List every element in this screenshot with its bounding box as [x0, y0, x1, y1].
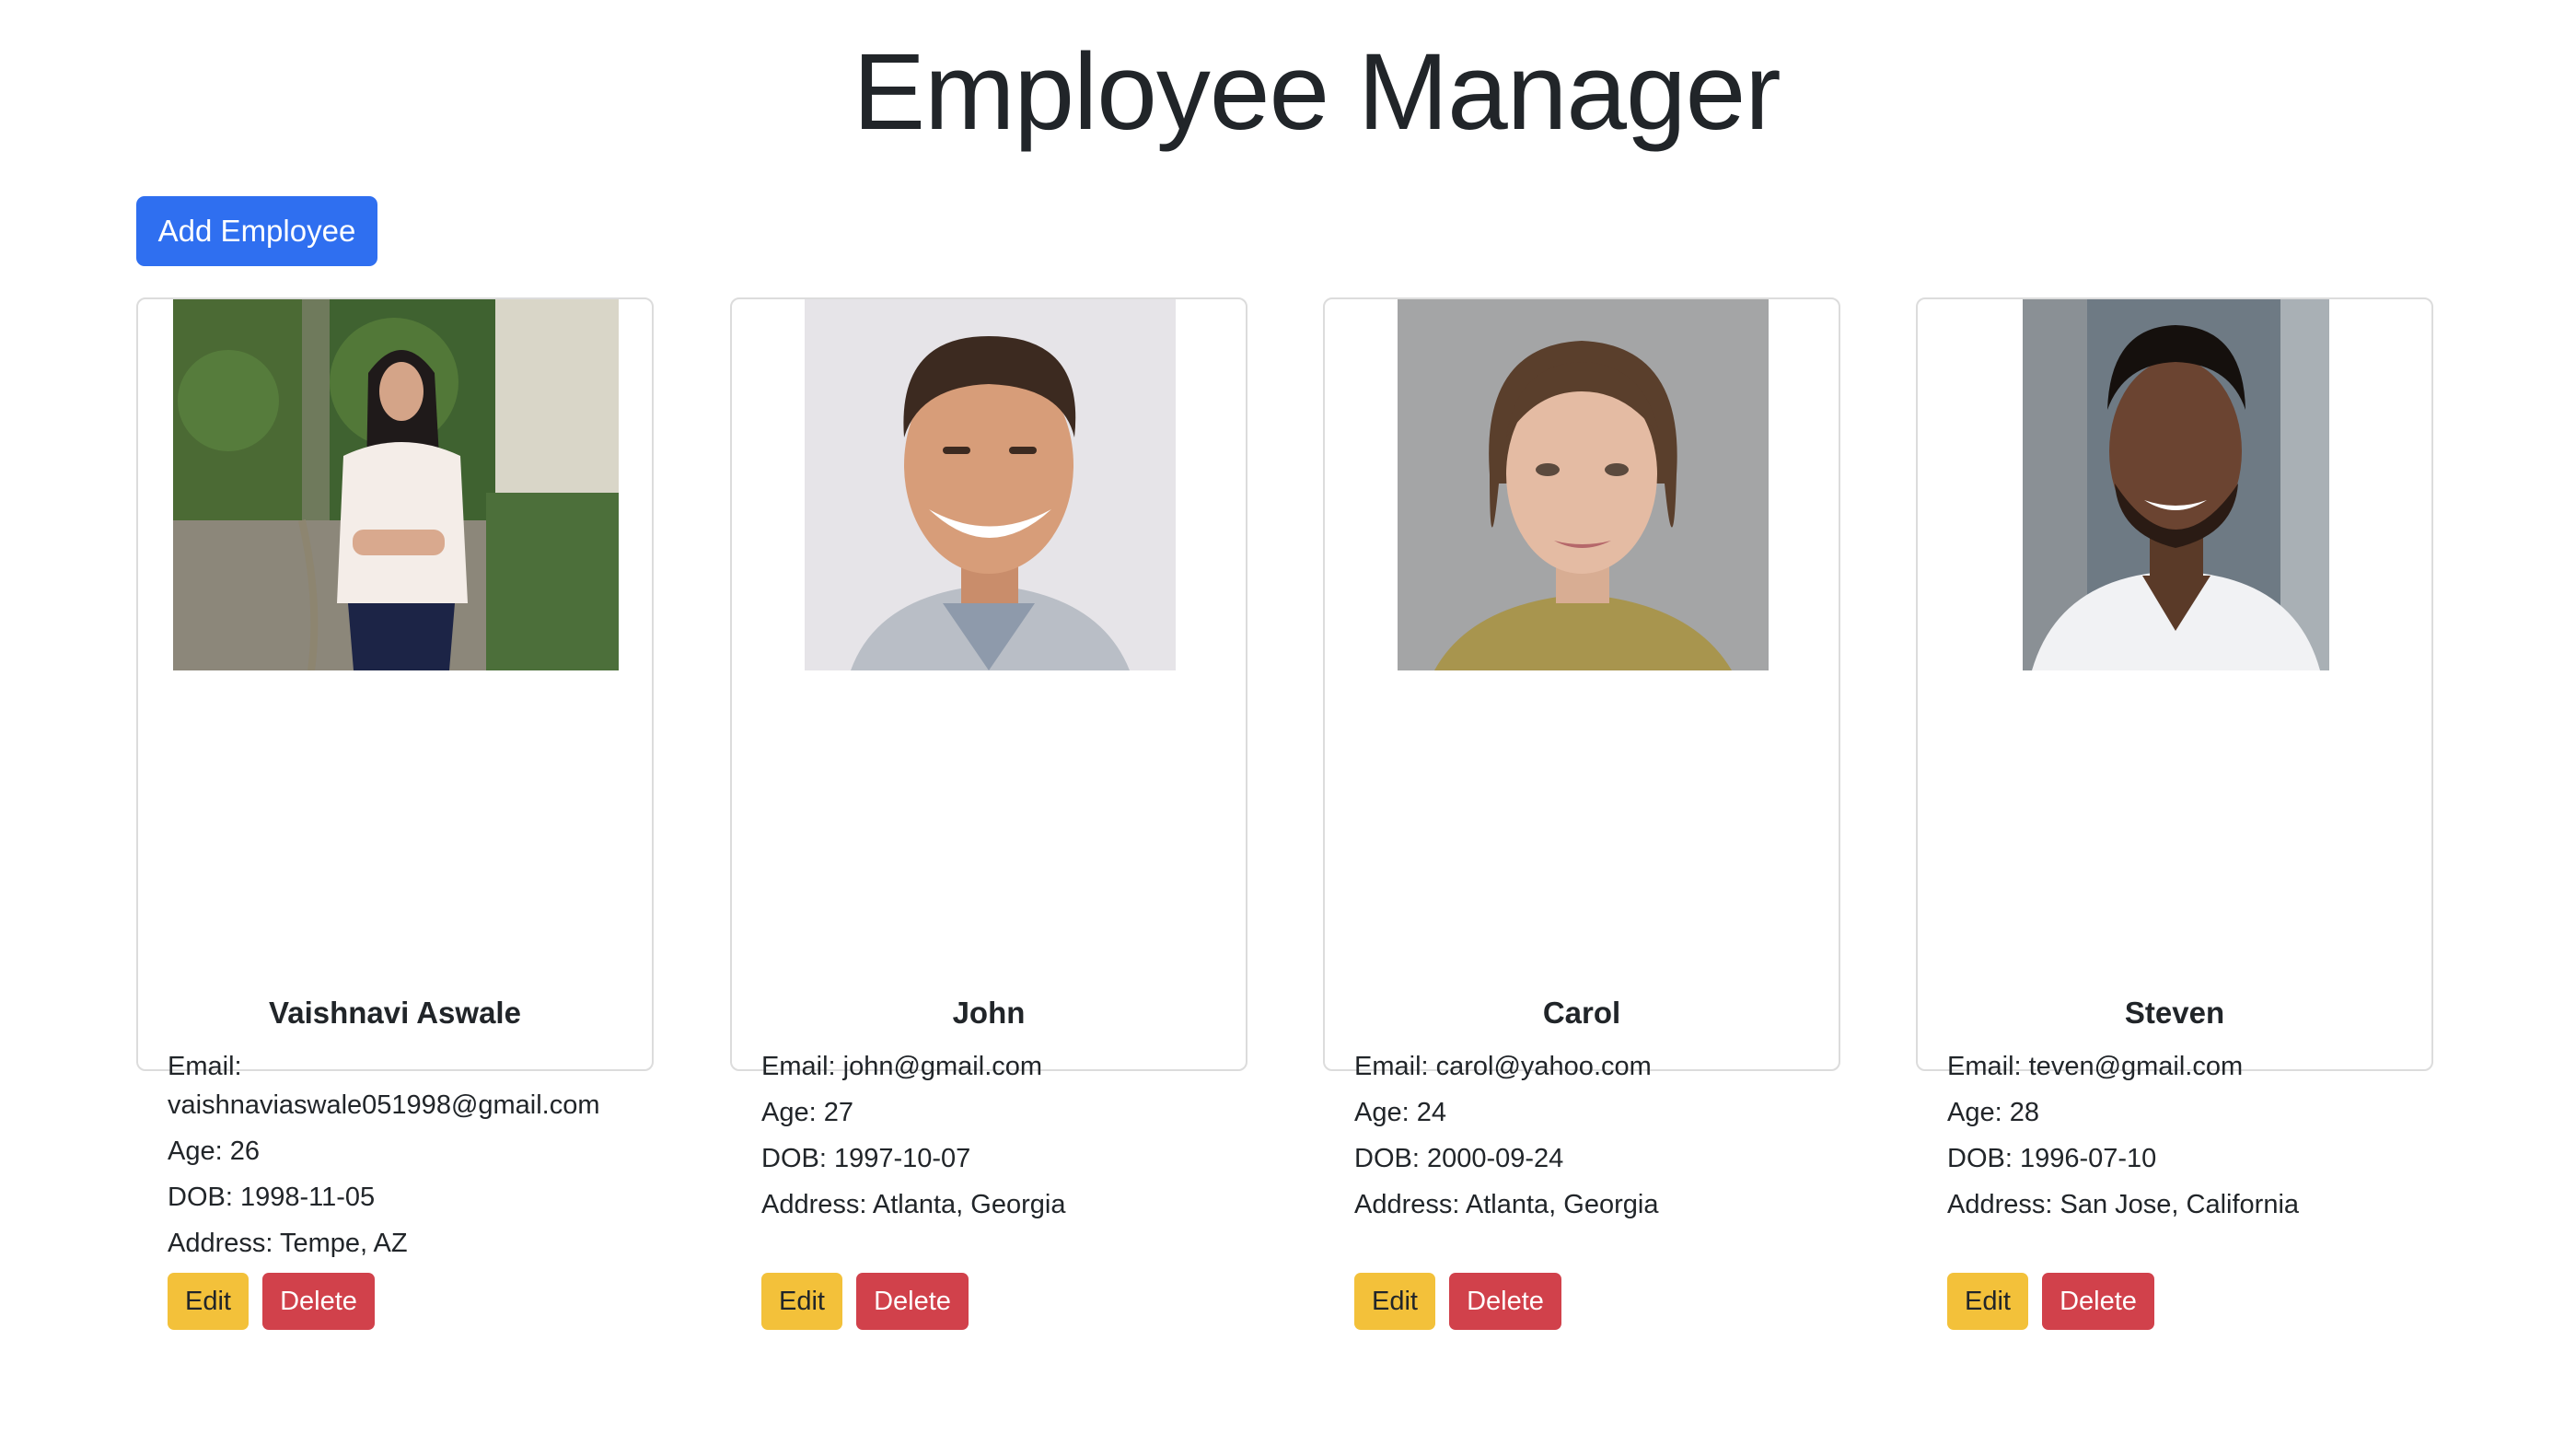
- employee-photo-image: [2023, 299, 2329, 670]
- employee-name: Steven: [2124, 996, 2225, 1030]
- employee-email: vaishnaviaswale051998@gmail.com: [168, 1090, 600, 1120]
- employee-photo: [173, 299, 619, 670]
- employee-address: Address: Atlanta, Georgia: [1354, 1190, 1659, 1219]
- delete-button[interactable]: Delete: [856, 1273, 969, 1330]
- add-employee-button[interactable]: Add Employee: [136, 196, 377, 266]
- employee-dob: DOB: 1997-10-07: [761, 1144, 971, 1173]
- employee-photo-image: [805, 299, 1176, 670]
- employee-card: Steven Email: teven@gmail.com Age: 28 DO…: [1916, 297, 2433, 1330]
- employee-address: Address: San Jose, California: [1947, 1190, 2300, 1219]
- delete-button[interactable]: Delete: [2042, 1273, 2154, 1330]
- delete-button[interactable]: Delete: [1449, 1273, 1561, 1330]
- employee-card: John Email: john@gmail.com Age: 27 DOB: …: [730, 297, 1247, 1330]
- employee-email-label: Email:: [168, 1052, 242, 1081]
- edit-button[interactable]: Edit: [1947, 1273, 2028, 1330]
- employee-email: Email: carol@yahoo.com: [1354, 1052, 1652, 1081]
- employee-photo: [2023, 299, 2329, 670]
- employee-photo: [1398, 299, 1769, 670]
- employee-email: Email: john@gmail.com: [761, 1052, 1043, 1081]
- employee-age: Age: 26: [168, 1136, 260, 1166]
- employee-address: Address: Tempe, AZ: [168, 1229, 408, 1258]
- edit-button[interactable]: Edit: [761, 1273, 842, 1330]
- employee-age: Age: 27: [761, 1098, 853, 1127]
- employee-photo-image: [173, 299, 619, 670]
- employee-age: Age: 24: [1354, 1098, 1446, 1127]
- employee-name: Vaishnavi Aswale: [269, 996, 521, 1030]
- employee-address: Address: Atlanta, Georgia: [761, 1190, 1066, 1219]
- employee-dob: DOB: 1998-11-05: [168, 1183, 376, 1212]
- employee-card: Carol Email: carol@yahoo.com Age: 24 DOB…: [1323, 297, 1840, 1330]
- employee-age: Age: 28: [1947, 1098, 2039, 1127]
- employee-dob: DOB: 1996-07-10: [1947, 1144, 2157, 1173]
- edit-button[interactable]: Edit: [1354, 1273, 1435, 1330]
- employee-name: Carol: [1542, 996, 1621, 1030]
- employee-email: Email: teven@gmail.com: [1947, 1052, 2244, 1081]
- edit-button[interactable]: Edit: [168, 1273, 249, 1330]
- employee-name: John: [952, 996, 1026, 1030]
- employee-manager-page: Employee Manager Add Employee Vaishnavi …: [0, 0, 2576, 1445]
- employee-dob: DOB: 2000-09-24: [1354, 1144, 1564, 1173]
- employee-photo-image: [1398, 299, 1769, 670]
- employee-photo: [805, 299, 1176, 670]
- delete-button[interactable]: Delete: [262, 1273, 375, 1330]
- page-title: Employee Manager: [853, 31, 1781, 153]
- employee-card: Vaishnavi Aswale Email: vaishnaviaswale0…: [136, 297, 654, 1330]
